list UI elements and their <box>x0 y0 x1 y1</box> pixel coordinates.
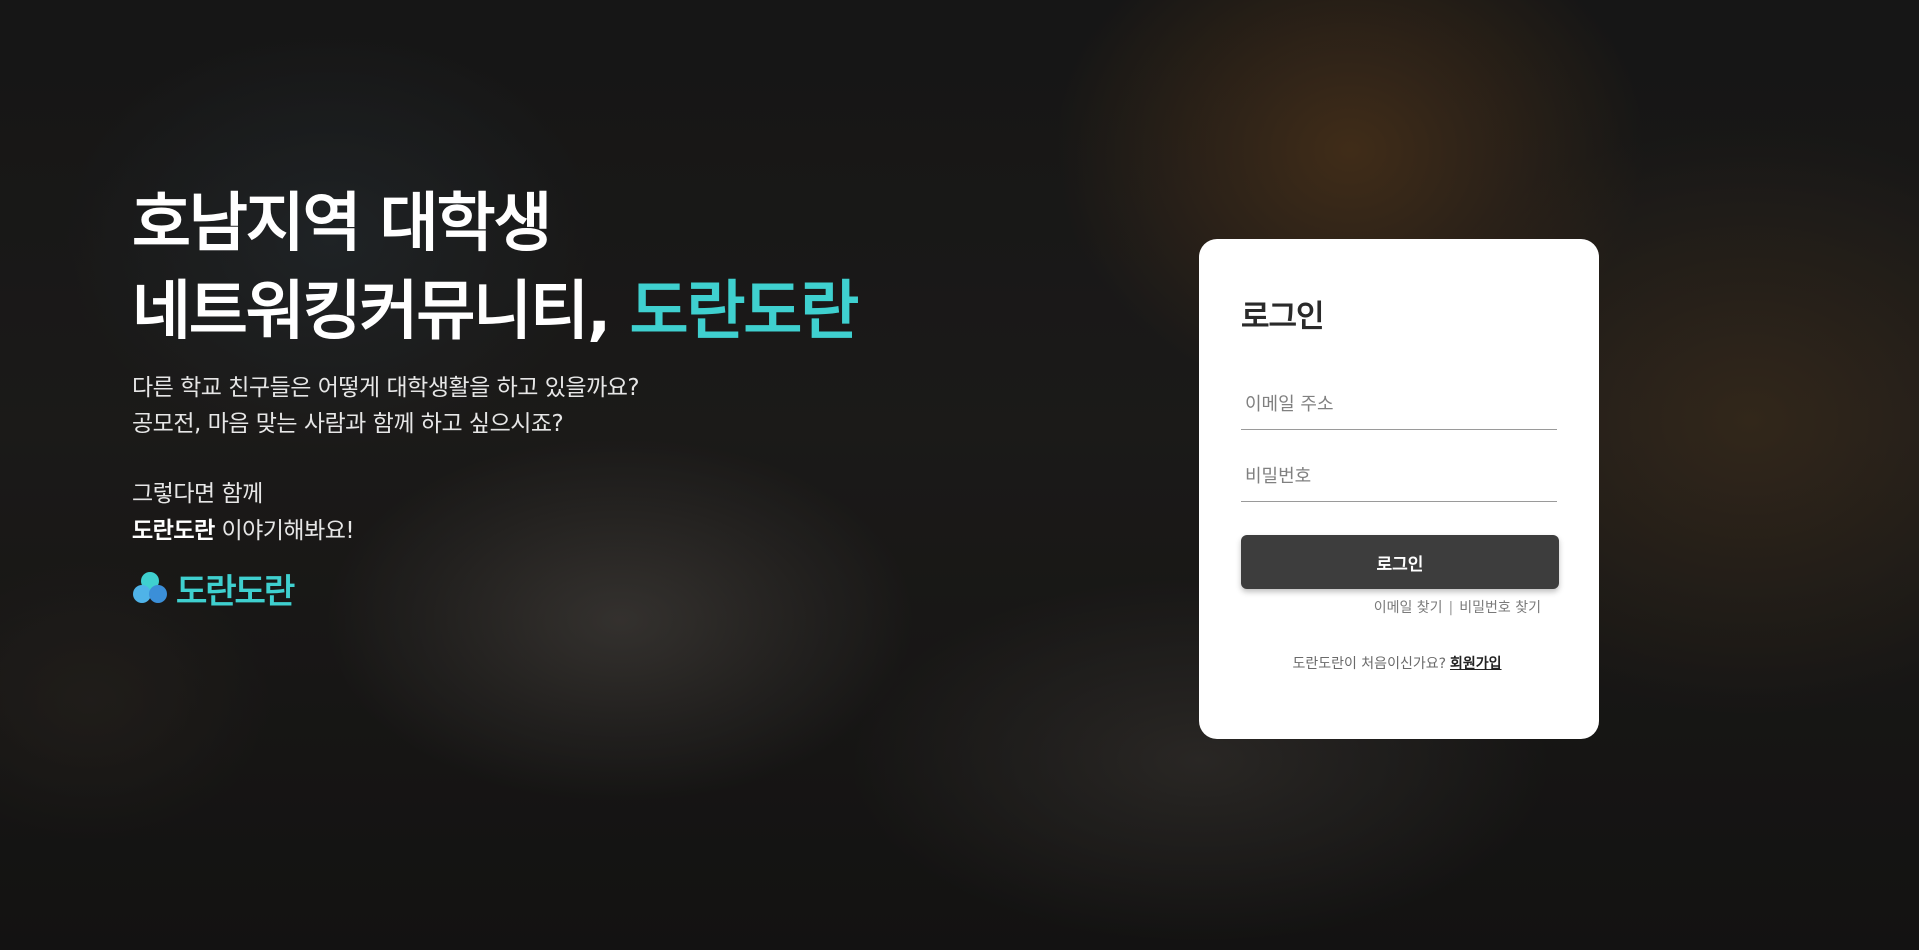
login-title: 로그인 <box>1241 299 1325 335</box>
cloud-cluster-logo-icon <box>133 572 167 603</box>
hero-desc-brand: 도란도란 <box>132 518 215 544</box>
hero-desc-line3: 그렇다면 함께 <box>132 481 263 507</box>
hero-description: 다른 학교 친구들은 어떻게 대학생활을 하고 있을까요? 공모전, 마음 맞는… <box>132 370 892 442</box>
find-password-link[interactable]: 비밀번호 찾기 <box>1459 600 1541 616</box>
hero-desc-line4: 이야기해봐요! <box>214 518 355 544</box>
hero-desc-line2: 공모전, 마음 맞는 사람과 함께 하고 싶으시죠? <box>132 411 564 437</box>
signup-prompt-row: 도란도란이 처음이신가요? 회원가입 <box>1241 653 1557 673</box>
hero-desc-line1: 다른 학교 친구들은 어떻게 대학생활을 하고 있을까요? <box>132 375 640 401</box>
hero-invitation: 그렇다면 함께 도란도란 이야기해봐요! <box>132 476 892 550</box>
find-account-links: 이메일 찾기 | 비밀번호 찾기 <box>1241 597 1557 617</box>
login-button[interactable]: 로그인 <box>1241 535 1559 589</box>
email-field-wrapper <box>1241 380 1557 430</box>
password-field-wrapper <box>1241 452 1557 502</box>
find-email-link[interactable]: 이메일 찾기 <box>1374 600 1443 616</box>
hero-title: 호남지역 대학생 네트워킹커뮤니티, 도란도란 <box>132 180 892 356</box>
hero-title-accent: 도란도란 <box>629 275 860 349</box>
signup-prompt-text: 도란도란이 처음이신가요? <box>1292 656 1447 672</box>
hero-section: 호남지역 대학생 네트워킹커뮤니티, 도란도란 다른 학교 친구들은 어떻게 대… <box>132 180 892 612</box>
brand-logo: 도란도란 <box>132 568 892 612</box>
hero-title-line2: 네트워킹커뮤니티, <box>132 275 630 349</box>
login-card: 로그인 로그인 이메일 찾기 | 비밀번호 찾기 도란도란이 처음이신가요?회원가입 <box>1199 239 1599 739</box>
link-separator: | <box>1448 600 1454 616</box>
email-input[interactable] <box>1241 380 1557 429</box>
brand-name: 도란도란 <box>176 571 295 612</box>
signup-link[interactable]: 회원가입 <box>1450 656 1502 672</box>
hero-title-line1: 호남지역 대학생 <box>132 187 552 261</box>
password-input[interactable] <box>1241 452 1557 501</box>
